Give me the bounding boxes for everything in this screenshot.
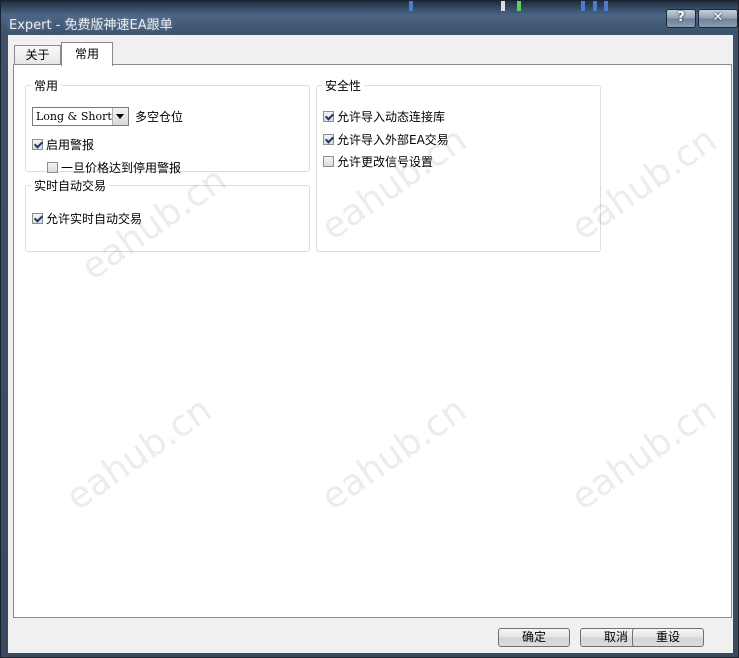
- background-chart-bar: [604, 1, 608, 11]
- stop-alert-label: 一旦价格达到停用警报: [61, 161, 182, 175]
- allow-external-ea-label: 允许导入外部EA交易: [337, 133, 449, 147]
- allow-live-trading-label: 允许实时自动交易: [46, 212, 143, 226]
- position-select[interactable]: Long & Short: [32, 107, 129, 126]
- expert-dialog: Expert - 免费版神速EA跟单 ? ✕ 关于 常用 常用 Long & S…: [0, 0, 739, 658]
- position-row: Long & Short 多空仓位: [32, 107, 183, 126]
- close-button[interactable]: ✕: [698, 9, 738, 28]
- ok-button[interactable]: 确定: [498, 628, 570, 647]
- chevron-down-icon[interactable]: [112, 108, 128, 125]
- stop-alert-checkbox[interactable]: [47, 162, 58, 173]
- close-icon: ✕: [712, 10, 724, 25]
- enable-alerts-row[interactable]: 启用警报: [32, 136, 94, 153]
- allow-live-trading-row[interactable]: 允许实时自动交易: [32, 210, 142, 227]
- title-bar[interactable]: Expert - 免费版神速EA跟单 ? ✕: [1, 1, 738, 35]
- allow-dll-row[interactable]: 允许导入动态连接库: [323, 108, 445, 125]
- position-select-value: Long & Short: [36, 110, 112, 123]
- background-chart-bar: [409, 1, 413, 11]
- general-group-title: 常用: [34, 79, 59, 93]
- enable-alerts-checkbox[interactable]: [32, 139, 43, 150]
- stop-alert-row[interactable]: 一旦价格达到停用警报: [47, 159, 181, 176]
- watermark: eahub.cn: [59, 389, 220, 519]
- reset-button[interactable]: 重设: [632, 628, 704, 647]
- watermark: eahub.cn: [564, 389, 725, 519]
- autotrade-group: 实时自动交易 允许实时自动交易: [25, 177, 310, 252]
- security-group: 安全性 允许导入动态连接库 允许导入外部EA交易 允许更改信号设置: [316, 77, 601, 252]
- security-group-title: 安全性: [325, 79, 362, 93]
- background-chart-bar: [581, 1, 585, 11]
- dialog-client-area: 关于 常用 常用 Long & Short 多空仓位 启用警报 一旦价格达到停用…: [8, 35, 733, 653]
- position-select-label: 多空仓位: [135, 110, 184, 124]
- allow-signal-checkbox[interactable]: [323, 156, 334, 167]
- enable-alerts-label: 启用警报: [46, 138, 95, 152]
- background-chart-bar: [517, 1, 521, 11]
- window-title: Expert - 免费版神速EA跟单: [9, 18, 173, 33]
- general-group: 常用 Long & Short 多空仓位 启用警报 一旦价格达到停用警报: [25, 77, 310, 175]
- background-chart-bar: [501, 1, 505, 11]
- help-icon: ?: [677, 10, 685, 25]
- help-button[interactable]: ?: [666, 9, 696, 28]
- autotrade-group-title: 实时自动交易: [34, 179, 107, 193]
- allow-live-trading-checkbox[interactable]: [32, 213, 43, 224]
- tab-panel-general: 常用 Long & Short 多空仓位 启用警报 一旦价格达到停用警报 实时自…: [13, 64, 732, 618]
- allow-signal-label: 允许更改信号设置: [337, 155, 434, 169]
- background-chart-bar: [593, 1, 597, 11]
- watermark: eahub.cn: [314, 389, 475, 519]
- allow-external-ea-checkbox[interactable]: [323, 134, 334, 145]
- allow-dll-checkbox[interactable]: [323, 111, 334, 122]
- allow-signal-row[interactable]: 允许更改信号设置: [323, 153, 433, 170]
- tab-general[interactable]: 常用: [61, 42, 113, 66]
- allow-dll-label: 允许导入动态连接库: [337, 110, 446, 124]
- allow-external-ea-row[interactable]: 允许导入外部EA交易: [323, 131, 449, 148]
- tab-about[interactable]: 关于: [14, 45, 61, 65]
